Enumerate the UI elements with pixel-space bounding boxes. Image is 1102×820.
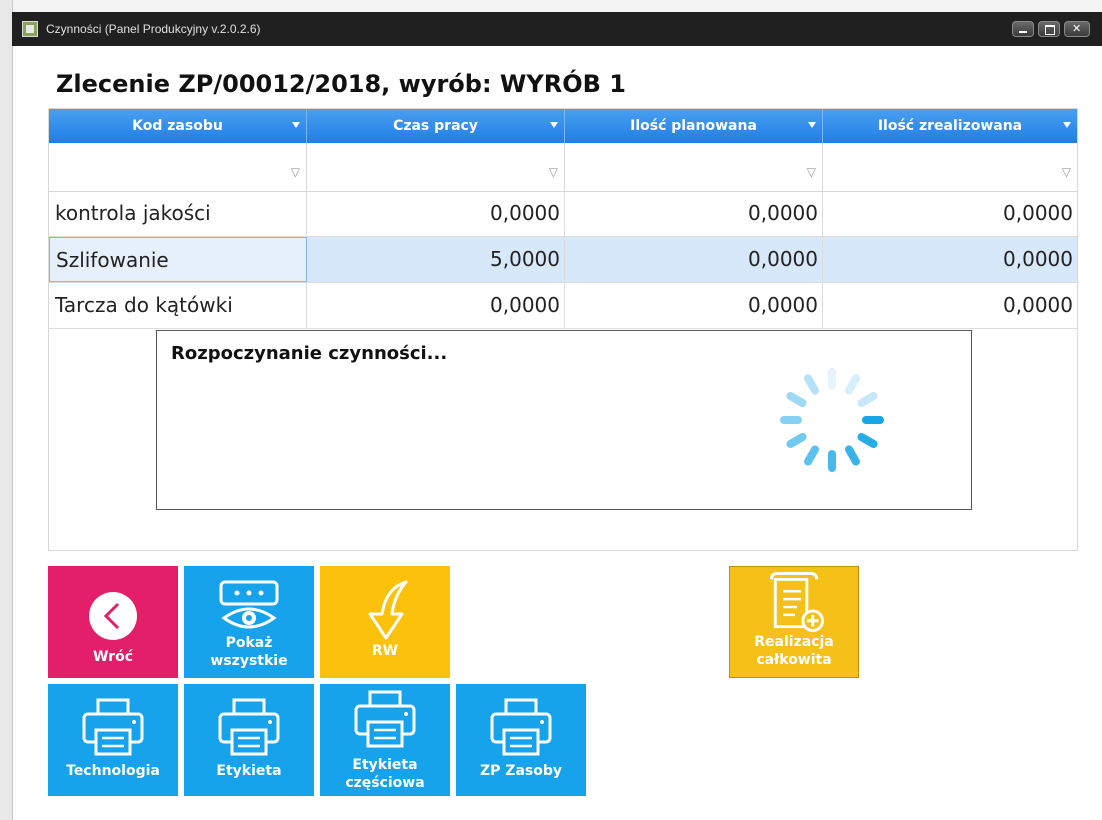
funnel-icon[interactable]: ▽	[291, 165, 300, 179]
full-realization-label-line2: całkowita	[756, 652, 832, 668]
print-partial-label-button[interactable]: Etykieta częściowa	[320, 684, 450, 796]
full-realization-button[interactable]: Realizacja całkowita	[729, 566, 859, 678]
cell-ilosc-planowana[interactable]: 0,0000	[565, 283, 823, 328]
show-all-button[interactable]: Pokaż wszystkie	[184, 566, 314, 678]
funnel-icon[interactable]: ▽	[549, 165, 558, 179]
cell-czas-pracy[interactable]: 0,0000	[307, 283, 565, 328]
table-row[interactable]: kontrola jakości 0,0000 0,0000 0,0000	[49, 191, 1077, 237]
print-technology-label: Technologia	[66, 763, 160, 779]
cell-kod-zasobu[interactable]: kontrola jakości	[49, 191, 307, 236]
column-header-kod-zasobu[interactable]: Kod zasobu	[49, 109, 307, 143]
print-partial-label-label: Etykieta częściowa	[320, 756, 450, 792]
back-arrow-icon	[89, 592, 137, 640]
partial-label-line2: częściowa	[345, 775, 425, 791]
column-filter-dropdown-icon[interactable]	[808, 122, 816, 128]
filter-cell-kod-zasobu[interactable]: ▽	[49, 143, 307, 191]
back-button-label: Wróć	[92, 649, 134, 665]
progress-dialog: Rozpoczynanie czynności...	[156, 330, 972, 510]
column-header-czas-pracy[interactable]: Czas pracy	[307, 109, 565, 143]
funnel-icon[interactable]: ▽	[807, 165, 816, 179]
filter-cell-czas-pracy[interactable]: ▽	[307, 143, 565, 191]
curved-arrow-down-icon	[368, 580, 408, 640]
print-zp-resources-button[interactable]: ZP Zasoby	[456, 684, 586, 796]
full-realization-label-line1: Realizacja	[754, 634, 834, 650]
window-title: Czynności (Panel Produkcyjny v.2.0.2.6)	[46, 22, 261, 36]
filter-cell-ilosc-zrealizowana[interactable]: ▽	[823, 143, 1077, 191]
progress-message: Rozpoczynanie czynności...	[171, 343, 448, 364]
column-header-label: Kod zasobu	[132, 118, 223, 134]
show-all-label-line1: Pokaż	[225, 635, 273, 651]
column-header-ilosc-zrealizowana[interactable]: Ilość zrealizowana	[823, 109, 1077, 143]
filter-cell-ilosc-planowana[interactable]: ▽	[565, 143, 823, 191]
desktop-top-strip	[0, 0, 1102, 12]
printer-icon	[354, 690, 416, 748]
cell-czas-pracy[interactable]: 5,0000	[307, 237, 565, 282]
cell-ilosc-zrealizowana[interactable]: 0,0000	[823, 191, 1077, 236]
cell-ilosc-zrealizowana[interactable]: 0,0000	[823, 237, 1077, 282]
cell-kod-zasobu[interactable]: Tarcza do kątówki	[49, 283, 307, 328]
show-all-button-label: Pokaż wszystkie	[184, 634, 314, 670]
table-row[interactable]: Tarcza do kątówki 0,0000 0,0000 0,0000	[49, 283, 1077, 329]
loading-spinner-icon	[780, 368, 884, 472]
partial-label-line1: Etykieta	[352, 757, 418, 773]
printer-icon	[82, 698, 144, 756]
maximize-button[interactable]	[1038, 21, 1060, 37]
printer-icon	[218, 698, 280, 756]
window-left-edge	[0, 0, 13, 820]
minimize-button[interactable]	[1012, 21, 1034, 37]
printer-icon	[490, 698, 552, 756]
column-filter-dropdown-icon[interactable]	[550, 122, 558, 128]
rw-button-label: RW	[371, 643, 399, 659]
column-header-ilosc-planowana[interactable]: Ilość planowana	[565, 109, 823, 143]
column-filter-dropdown-icon[interactable]	[1063, 122, 1071, 128]
column-header-label: Ilość planowana	[630, 118, 757, 134]
cell-ilosc-zrealizowana[interactable]: 0,0000	[823, 283, 1077, 328]
window-titlebar[interactable]: Czynności (Panel Produkcyjny v.2.0.2.6)	[12, 12, 1102, 46]
column-header-label: Ilość zrealizowana	[877, 118, 1023, 134]
print-technology-button[interactable]: Technologia	[48, 684, 178, 796]
cell-ilosc-planowana[interactable]: 0,0000	[565, 237, 823, 282]
cell-kod-zasobu[interactable]: Szlifowanie	[49, 237, 307, 282]
rw-button[interactable]: RW	[320, 566, 450, 678]
print-label-label: Etykieta	[216, 763, 282, 779]
document-add-icon	[769, 572, 825, 633]
cell-ilosc-planowana[interactable]: 0,0000	[565, 191, 823, 236]
print-label-button[interactable]: Etykieta	[184, 684, 314, 796]
column-header-label: Czas pracy	[393, 118, 478, 134]
full-realization-label: Realizacja całkowita	[730, 633, 858, 669]
column-filter-dropdown-icon[interactable]	[292, 122, 300, 128]
grid-header-row: Kod zasobu Czas pracy Ilość planowana Il…	[49, 109, 1077, 143]
cell-czas-pracy[interactable]: 0,0000	[307, 191, 565, 236]
app-icon	[22, 21, 38, 37]
funnel-icon[interactable]: ▽	[1062, 165, 1071, 179]
grid-filter-row: ▽ ▽ ▽ ▽	[49, 143, 1077, 192]
print-zp-resources-label: ZP Zasoby	[480, 763, 562, 779]
close-button[interactable]	[1064, 21, 1090, 37]
table-row-selected[interactable]: Szlifowanie 5,0000 0,0000 0,0000	[49, 237, 1077, 283]
page-title: Zlecenie ZP/00012/2018, wyrób: WYRÓB 1	[56, 70, 626, 98]
show-all-label-line2: wszystkie	[210, 653, 288, 669]
back-button[interactable]: Wróć	[48, 566, 178, 678]
